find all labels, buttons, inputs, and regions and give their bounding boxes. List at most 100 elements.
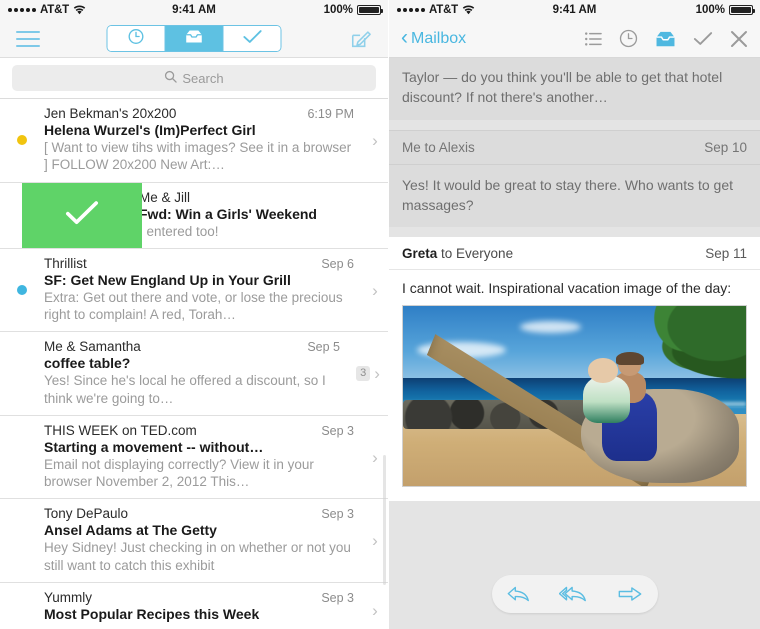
segment-inbox[interactable] (164, 26, 223, 51)
unread-dot (17, 605, 27, 615)
chevron-right-icon[interactable]: › (372, 449, 378, 466)
chevron-right-icon[interactable]: › (372, 282, 378, 299)
conversation-thread: Taylor — do you think you'll be able to … (389, 58, 760, 629)
message-row-topline: Yummly Sep 3 (44, 590, 362, 605)
battery-full-icon (729, 5, 755, 15)
expanded-message: Greta to Everyone Sep 11 I cannot wait. In… (389, 237, 760, 502)
photo-child (583, 376, 631, 424)
message-row-accessory: 3 › (348, 332, 388, 415)
message-participants: Greta to Everyone (402, 246, 513, 261)
message-header[interactable]: Greta to Everyone Sep 11 (389, 237, 760, 271)
message-row-body: THIS WEEK on TED.com Sep 3 Starting a move… (44, 416, 362, 499)
message-list: Jen Bekman's 20x200 6:19 PM Helena Wurzel'… (0, 98, 388, 629)
message-row-body: Thrillist Sep 6 SF: Get New England Up in … (44, 249, 362, 332)
search-placeholder: Search (182, 70, 224, 86)
message-row-body: Yummly Sep 3 Most Popular Recipes this Wee… (44, 583, 362, 629)
beach-vacation-photo[interactable] (402, 305, 747, 488)
message-subject: Starting a movement -- without… (44, 438, 264, 455)
inbox-pane: AT&T 9:41 AM 100% Search Jen Bekman's 20… (0, 0, 388, 629)
message-preview: Yes! Since he's local he offered a disco… (44, 373, 326, 406)
compose-pencil-icon[interactable] (350, 28, 372, 50)
message-date: Sep 11 (705, 246, 747, 262)
message-row[interactable]: Me & Samantha Sep 5 coffee table? Yes! Sinc… (0, 331, 388, 415)
back-to-mailbox-button[interactable]: ‹ Mailbox (401, 27, 467, 48)
message-preview: [ Want to view tihs with images? See it … (44, 140, 352, 173)
message-row[interactable]: Yummly Sep 3 Most Popular Recipes this Wee… (0, 581, 388, 629)
message-row-accessory: › (362, 249, 388, 332)
message-subject: coffee table? (44, 355, 131, 372)
message-sender: THIS WEEK on TED.com (44, 422, 197, 438)
message-row-topline: Tony DePaulo Sep 3 (44, 506, 362, 521)
battery-percent-label: 100% (323, 4, 353, 16)
hamburger-menu-icon[interactable] (16, 30, 40, 47)
message-time: 6:19 PM (307, 107, 354, 121)
unread-dot (17, 285, 27, 296)
chevron-right-icon[interactable]: › (372, 132, 378, 149)
unread-indicator-cell (0, 583, 44, 629)
message-row-topline: Thrillist Sep 6 (44, 256, 362, 271)
status-bar-right: AT&T 9:41 AM 100% (389, 0, 760, 20)
segment-archive[interactable] (222, 26, 281, 51)
message-row-body: Jen Bekman's 20x200 6:19 PM Helena Wurzel'… (44, 99, 362, 182)
battery-full-icon (357, 5, 383, 15)
conversation-navbar: ‹ Mailbox (389, 20, 760, 58)
message-date: Sep 10 (704, 139, 747, 155)
checkmark-icon (242, 29, 262, 49)
message-sender-name: Greta (402, 246, 438, 262)
unread-dot (17, 135, 27, 146)
attachment-container (389, 305, 760, 501)
inbox-tray-icon[interactable] (655, 30, 676, 48)
chevron-right-icon[interactable]: › (372, 532, 378, 549)
thread-count-badge: 3 (356, 366, 371, 382)
message-row-accessory: › (362, 583, 388, 629)
mailbox-app-screenshot: AT&T 9:41 AM 100% Search Jen Bekman's 20… (0, 0, 760, 629)
message-time: Sep 3 (321, 590, 354, 605)
message-time: Sep 6 (321, 256, 354, 271)
photo-child-head (587, 358, 619, 383)
chevron-right-icon[interactable]: › (372, 602, 378, 619)
unread-indicator-cell (0, 249, 44, 332)
unread-indicator-cell (0, 99, 44, 182)
chevron-right-icon[interactable]: › (374, 365, 380, 382)
list-icon[interactable] (585, 31, 602, 46)
search-icon (164, 70, 178, 86)
back-button-label: Mailbox (411, 29, 467, 47)
photo-woman (583, 349, 657, 461)
battery-percent-label: 100% (695, 4, 725, 16)
message-row[interactable]: THIS WEEK on TED.com Sep 3 Starting a move… (0, 414, 388, 499)
message-subject: Fwd: Win a Girls' Weekend (139, 205, 317, 222)
message-body: Yes! It would be great to stay there. Wh… (389, 164, 760, 228)
message-row-topline: Me & Samantha Sep 5 (44, 339, 348, 354)
unread-dot (17, 536, 27, 546)
message-sender: Tony DePaulo (44, 506, 129, 522)
message-preview: Extra: Get out there and vote, or lose t… (44, 289, 343, 323)
swipe-archive-action[interactable] (22, 182, 142, 248)
message-row[interactable]: Thrillist Sep 6 SF: Get New England Up in … (0, 247, 388, 332)
segment-later[interactable] (107, 26, 165, 51)
message-subject: Helena Wurzel's (Im)Perfect Girl (44, 122, 256, 138)
mailbox-segmented-control[interactable] (106, 25, 282, 52)
forward-arrow-icon[interactable] (615, 582, 645, 606)
status-bar-battery-group-right: 100% (695, 4, 755, 16)
message-preview: Email not displaying correctly? View it … (44, 456, 314, 490)
status-bar-battery-group: 100% (323, 4, 383, 16)
message-sender: Me & Jill (139, 189, 191, 205)
message-row-topline: Jen Bekman's 20x200 6:19 PM (44, 106, 362, 121)
unread-dot (17, 369, 27, 379)
unread-indicator-cell (0, 416, 44, 499)
message-row[interactable]: Tony DePaulo Sep 3 Ansel Adams at The Gett… (0, 498, 388, 582)
checkmark-icon[interactable] (693, 31, 713, 46)
search-input[interactable]: Search (12, 65, 376, 91)
checkmark-icon (65, 200, 99, 231)
unread-indicator-cell (0, 499, 44, 582)
clock-icon[interactable] (619, 29, 638, 48)
message-header[interactable]: Me to Alexis Sep 10 (389, 129, 760, 165)
list-scrollbar[interactable] (383, 455, 386, 585)
reply-all-arrow-icon[interactable] (559, 582, 589, 606)
reply-arrow-icon[interactable] (504, 582, 534, 606)
close-x-icon[interactable] (730, 30, 748, 48)
message-row[interactable]: Me & Jill Fwd: Win a Girls' Weekend I ente… (0, 181, 388, 248)
message-row[interactable]: Jen Bekman's 20x200 6:19 PM Helena Wurzel'… (0, 98, 388, 182)
message-sender: Jen Bekman's 20x200 (44, 106, 177, 121)
message-action-bar (491, 575, 658, 613)
